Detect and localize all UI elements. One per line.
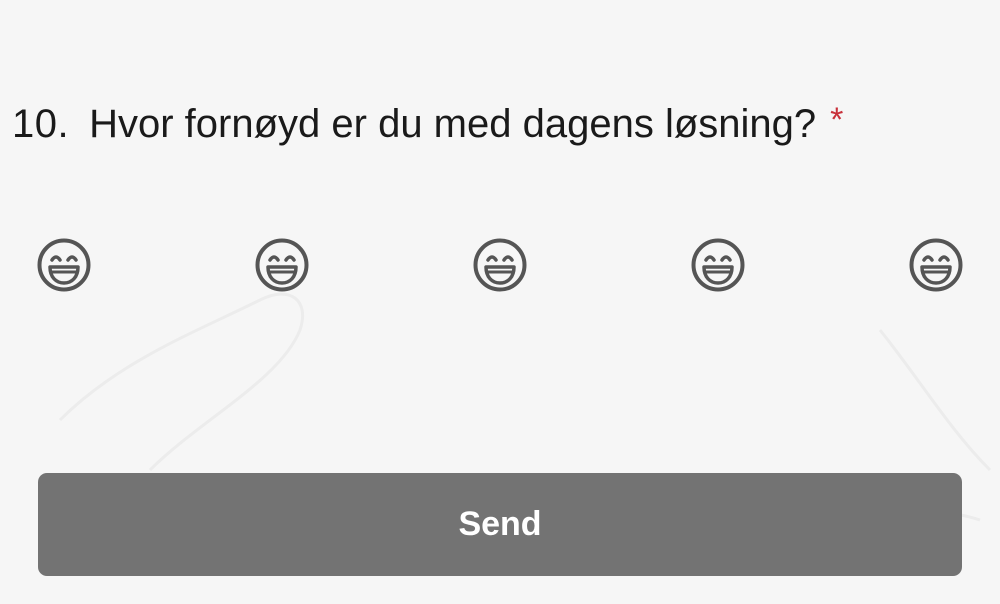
- grinning-face-icon: [472, 237, 528, 293]
- rating-option-2[interactable]: [254, 237, 310, 293]
- grinning-face-icon: [254, 237, 310, 293]
- question-text: Hvor fornøyd er du med dagens løsning?: [89, 102, 817, 146]
- question-header: 10. Hvor fornøyd er du med dagens løsnin…: [12, 96, 980, 152]
- required-asterisk: *: [830, 101, 844, 139]
- grinning-face-icon: [690, 237, 746, 293]
- grinning-face-icon: [36, 237, 92, 293]
- question-number: 10.: [12, 102, 70, 146]
- rating-option-5[interactable]: [908, 237, 964, 293]
- rating-option-4[interactable]: [690, 237, 746, 293]
- satisfaction-rating: [0, 237, 1000, 297]
- send-button[interactable]: Send: [38, 473, 962, 576]
- rating-option-1[interactable]: [36, 237, 92, 293]
- rating-option-3[interactable]: [472, 237, 528, 293]
- grinning-face-icon: [908, 237, 964, 293]
